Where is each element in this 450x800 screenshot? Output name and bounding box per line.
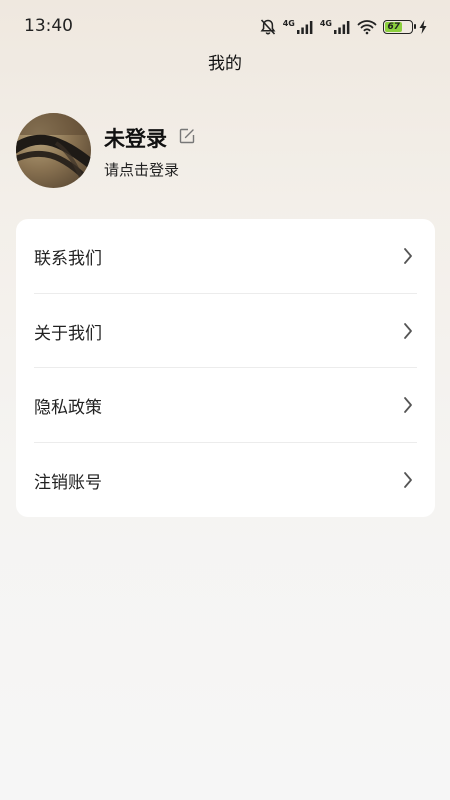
menu-item-label: 注销账号 — [34, 472, 102, 493]
network-type-2: 4G — [319, 19, 332, 28]
menu-item-label: 联系我们 — [34, 248, 102, 269]
menu-item-contact-us[interactable]: 联系我们 — [16, 219, 435, 293]
signal-icon — [296, 20, 314, 34]
page-title: 我的 — [208, 54, 242, 74]
bell-muted-icon — [259, 18, 277, 36]
signal-1: 4G — [283, 20, 314, 34]
chevron-right-icon — [403, 396, 413, 418]
login-prompt[interactable]: 请点击登录 — [104, 159, 179, 180]
avatar[interactable] — [16, 113, 91, 188]
menu-card: 联系我们 关于我们 隐私政策 注销账号 — [16, 219, 435, 517]
status-time: 13:40 — [24, 16, 73, 36]
battery-icon: 67 — [383, 20, 416, 34]
battery-fill: 67 — [385, 22, 403, 32]
status-icons: 4G 4G 67 — [259, 16, 428, 38]
edit-icon[interactable] — [179, 128, 195, 148]
menu-item-privacy-policy[interactable]: 隐私政策 — [16, 368, 435, 442]
menu-item-delete-account[interactable]: 注销账号 — [16, 443, 435, 517]
signal-icon — [333, 20, 351, 34]
profile-section[interactable]: 未登录 请点击登录 — [16, 113, 436, 189]
menu-item-label: 关于我们 — [34, 323, 102, 344]
chevron-right-icon — [403, 471, 413, 493]
profile-name[interactable]: 未登录 — [104, 123, 167, 153]
chevron-right-icon — [403, 322, 413, 344]
wifi-icon — [357, 19, 377, 35]
battery-percent: 67 — [387, 22, 400, 32]
network-type-1: 4G — [282, 19, 295, 28]
menu-item-label: 隐私政策 — [34, 397, 102, 418]
menu-item-about-us[interactable]: 关于我们 — [16, 294, 435, 368]
signal-2: 4G — [320, 20, 351, 34]
charging-icon — [419, 20, 428, 34]
chevron-right-icon — [403, 247, 413, 269]
status-bar: 13:40 4G 4G 67 — [0, 0, 450, 52]
